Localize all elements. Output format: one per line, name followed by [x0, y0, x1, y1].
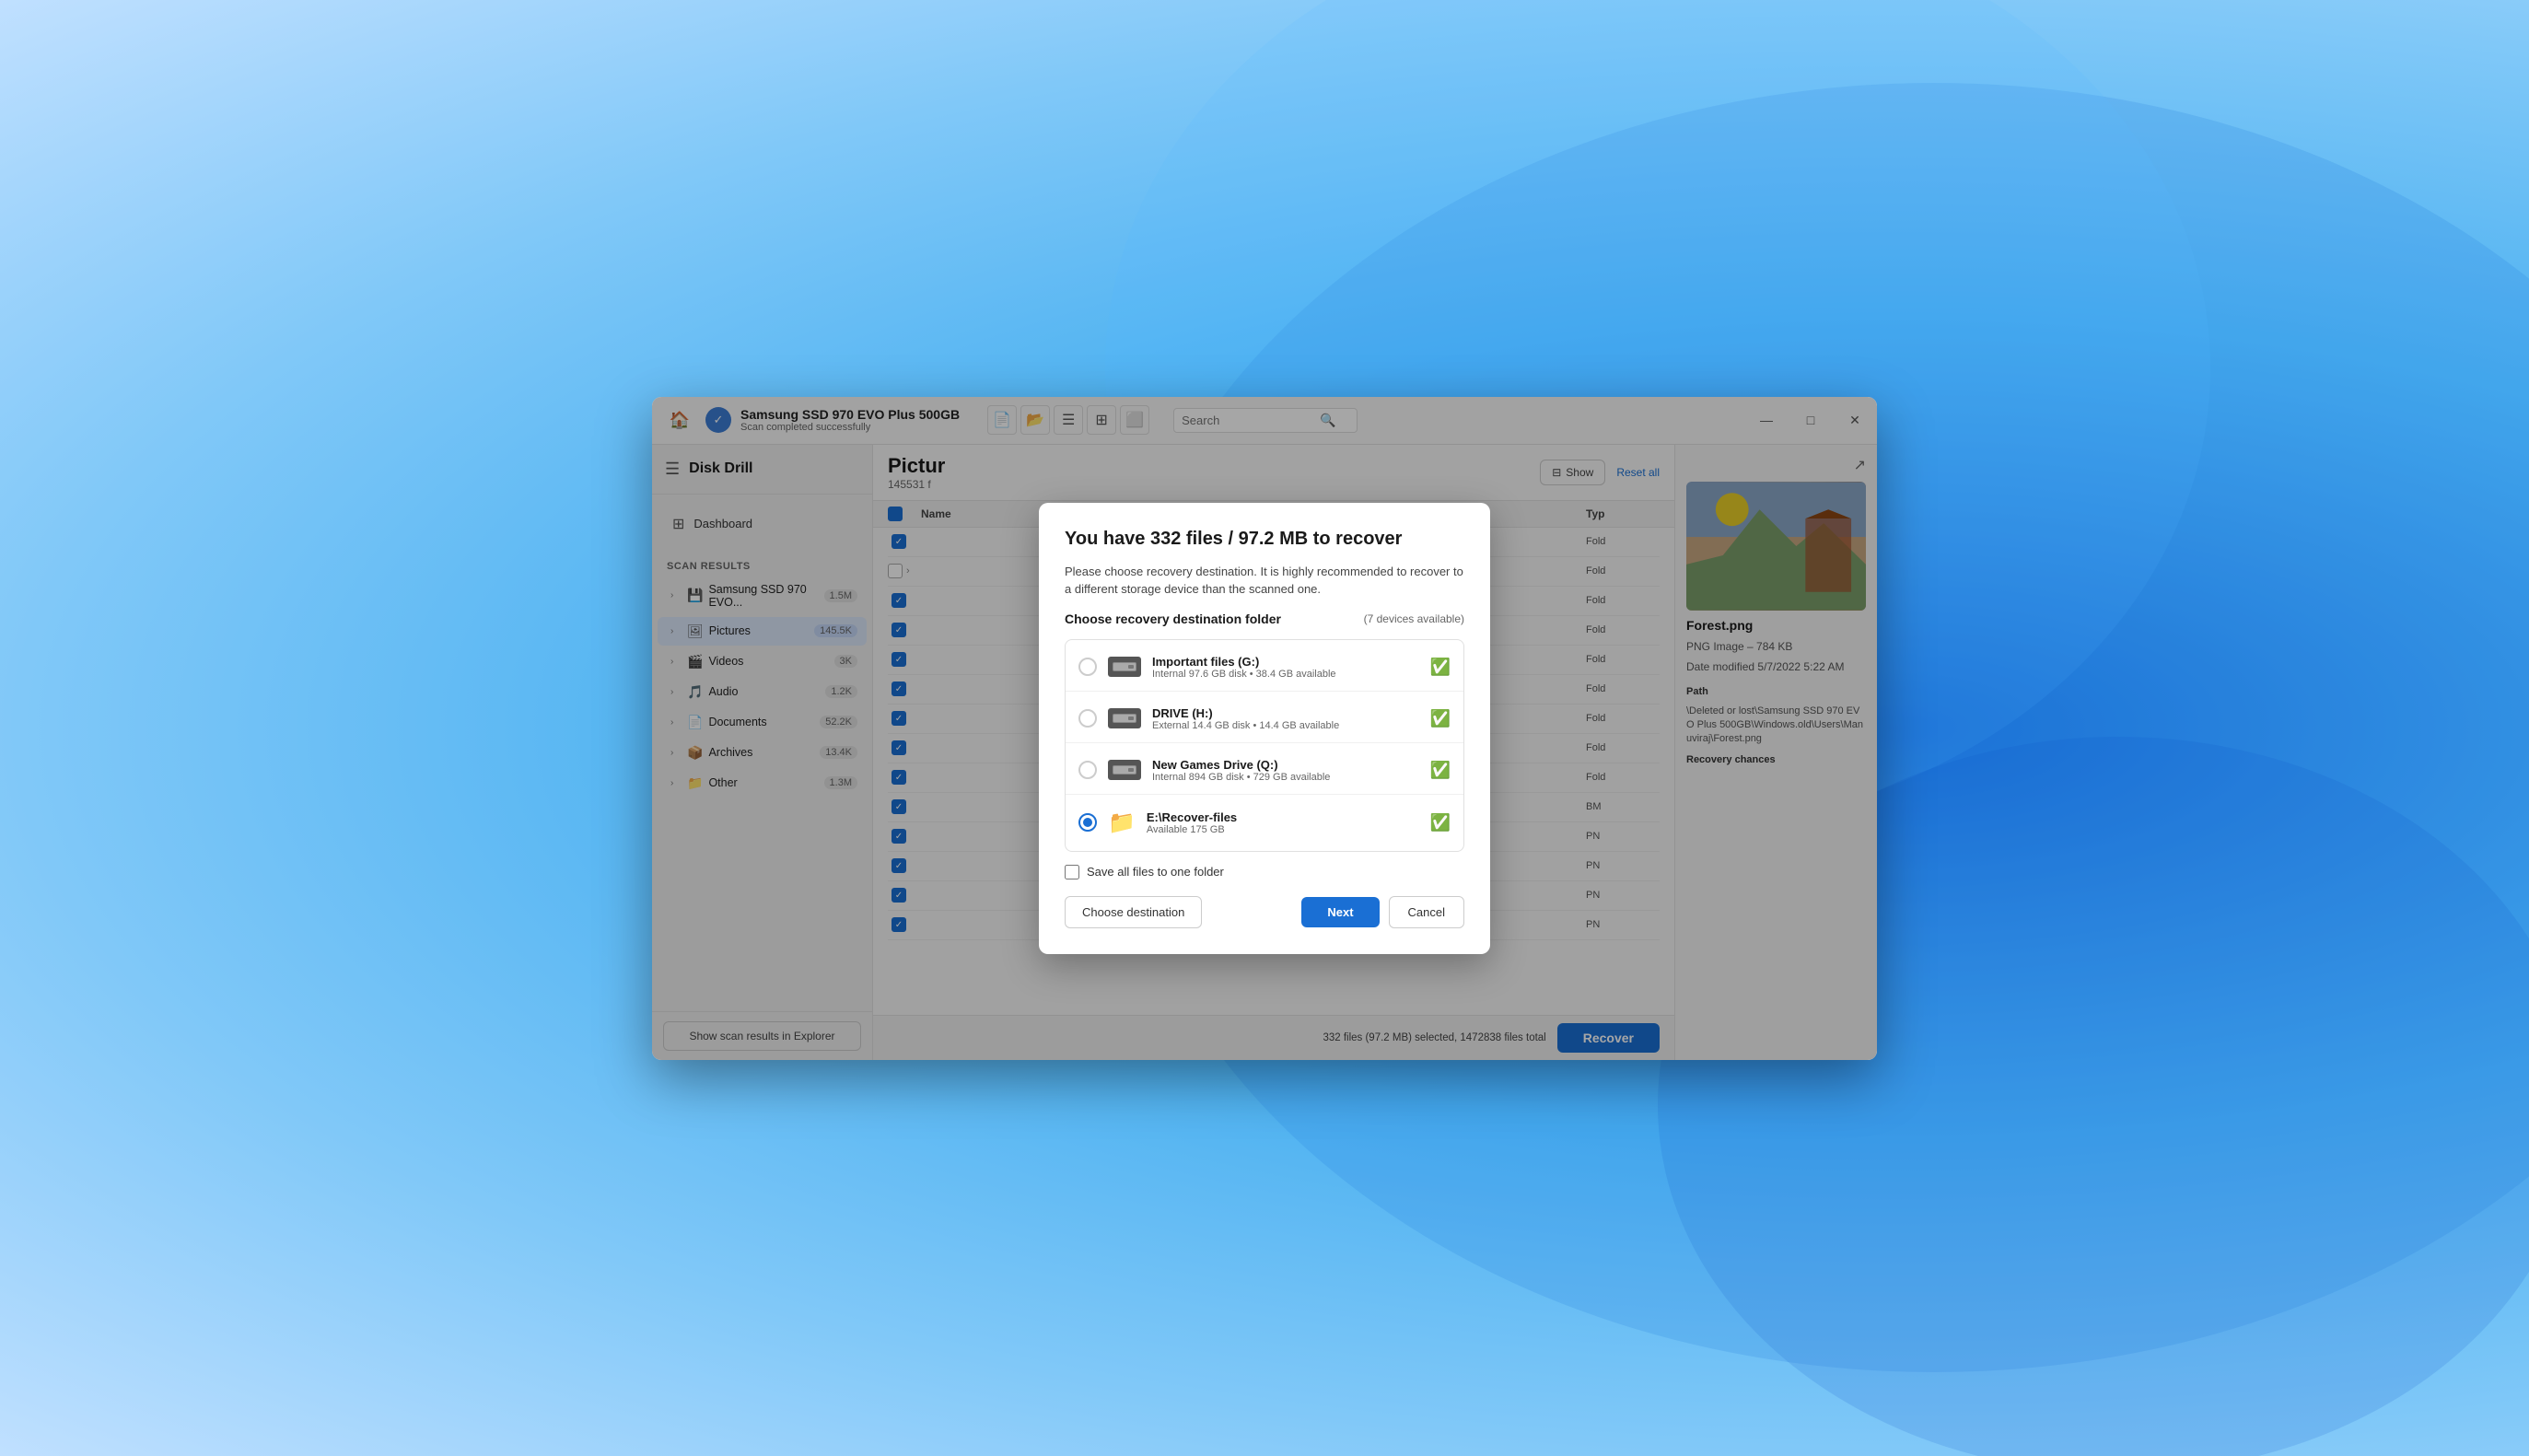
folder-icon: 📁	[1108, 810, 1136, 836]
device-detail: Available 175 GB	[1147, 824, 1419, 835]
device-radio[interactable]	[1078, 709, 1097, 728]
next-button[interactable]: Next	[1301, 897, 1379, 927]
save-one-folder-input[interactable]	[1065, 865, 1079, 879]
modal-dest-header: Choose recovery destination folder (7 de…	[1065, 612, 1464, 626]
save-one-folder-label: Save all files to one folder	[1087, 865, 1224, 879]
app-window: 🏠 ✓ Samsung SSD 970 EVO Plus 500GB Scan …	[652, 397, 1877, 1060]
device-detail: External 14.4 GB disk • 14.4 GB availabl…	[1152, 720, 1419, 731]
device-detail: Internal 894 GB disk • 729 GB available	[1152, 772, 1419, 783]
device-available-icon: ✅	[1430, 658, 1451, 677]
device-item-games-drive[interactable]: New Games Drive (Q:) Internal 894 GB dis…	[1066, 747, 1463, 795]
device-name: New Games Drive (Q:)	[1152, 758, 1419, 772]
device-item-important[interactable]: Important files (G:) Internal 97.6 GB di…	[1066, 644, 1463, 692]
device-info: Important files (G:) Internal 97.6 GB di…	[1152, 655, 1419, 680]
device-available-icon: ✅	[1430, 761, 1451, 780]
device-info: E:\Recover-files Available 175 GB	[1147, 810, 1419, 835]
device-available-icon: ✅	[1430, 709, 1451, 728]
dest-label: Choose recovery destination folder	[1065, 612, 1281, 626]
devices-list: Important files (G:) Internal 97.6 GB di…	[1065, 639, 1464, 852]
device-name: DRIVE (H:)	[1152, 706, 1419, 720]
drive-icon	[1108, 708, 1141, 728]
modal-description: Please choose recovery destination. It i…	[1065, 563, 1464, 599]
modal-title: You have 332 files / 97.2 MB to recover	[1065, 529, 1464, 550]
device-radio[interactable]	[1078, 658, 1097, 676]
device-info: DRIVE (H:) External 14.4 GB disk • 14.4 …	[1152, 706, 1419, 731]
device-available-icon: ✅	[1430, 813, 1451, 833]
device-name: E:\Recover-files	[1147, 810, 1419, 824]
device-name: Important files (G:)	[1152, 655, 1419, 669]
recovery-modal: You have 332 files / 97.2 MB to recover …	[1039, 503, 1490, 954]
modal-footer: Choose destination Next Cancel	[1065, 896, 1464, 928]
cancel-button[interactable]: Cancel	[1389, 896, 1464, 928]
drive-icon	[1108, 657, 1141, 677]
choose-destination-button[interactable]: Choose destination	[1065, 896, 1202, 928]
device-item-drive-h[interactable]: DRIVE (H:) External 14.4 GB disk • 14.4 …	[1066, 695, 1463, 743]
device-detail: Internal 97.6 GB disk • 38.4 GB availabl…	[1152, 669, 1419, 680]
device-radio[interactable]	[1078, 761, 1097, 779]
devices-count: (7 devices available)	[1364, 612, 1464, 625]
modal-overlay: You have 332 files / 97.2 MB to recover …	[652, 397, 1877, 1060]
device-radio-selected[interactable]	[1078, 813, 1097, 832]
drive-icon	[1108, 760, 1141, 780]
save-one-folder-checkbox[interactable]: Save all files to one folder	[1065, 865, 1464, 879]
device-item-recover-files[interactable]: 📁 E:\Recover-files Available 175 GB ✅	[1066, 798, 1463, 847]
device-info: New Games Drive (Q:) Internal 894 GB dis…	[1152, 758, 1419, 783]
